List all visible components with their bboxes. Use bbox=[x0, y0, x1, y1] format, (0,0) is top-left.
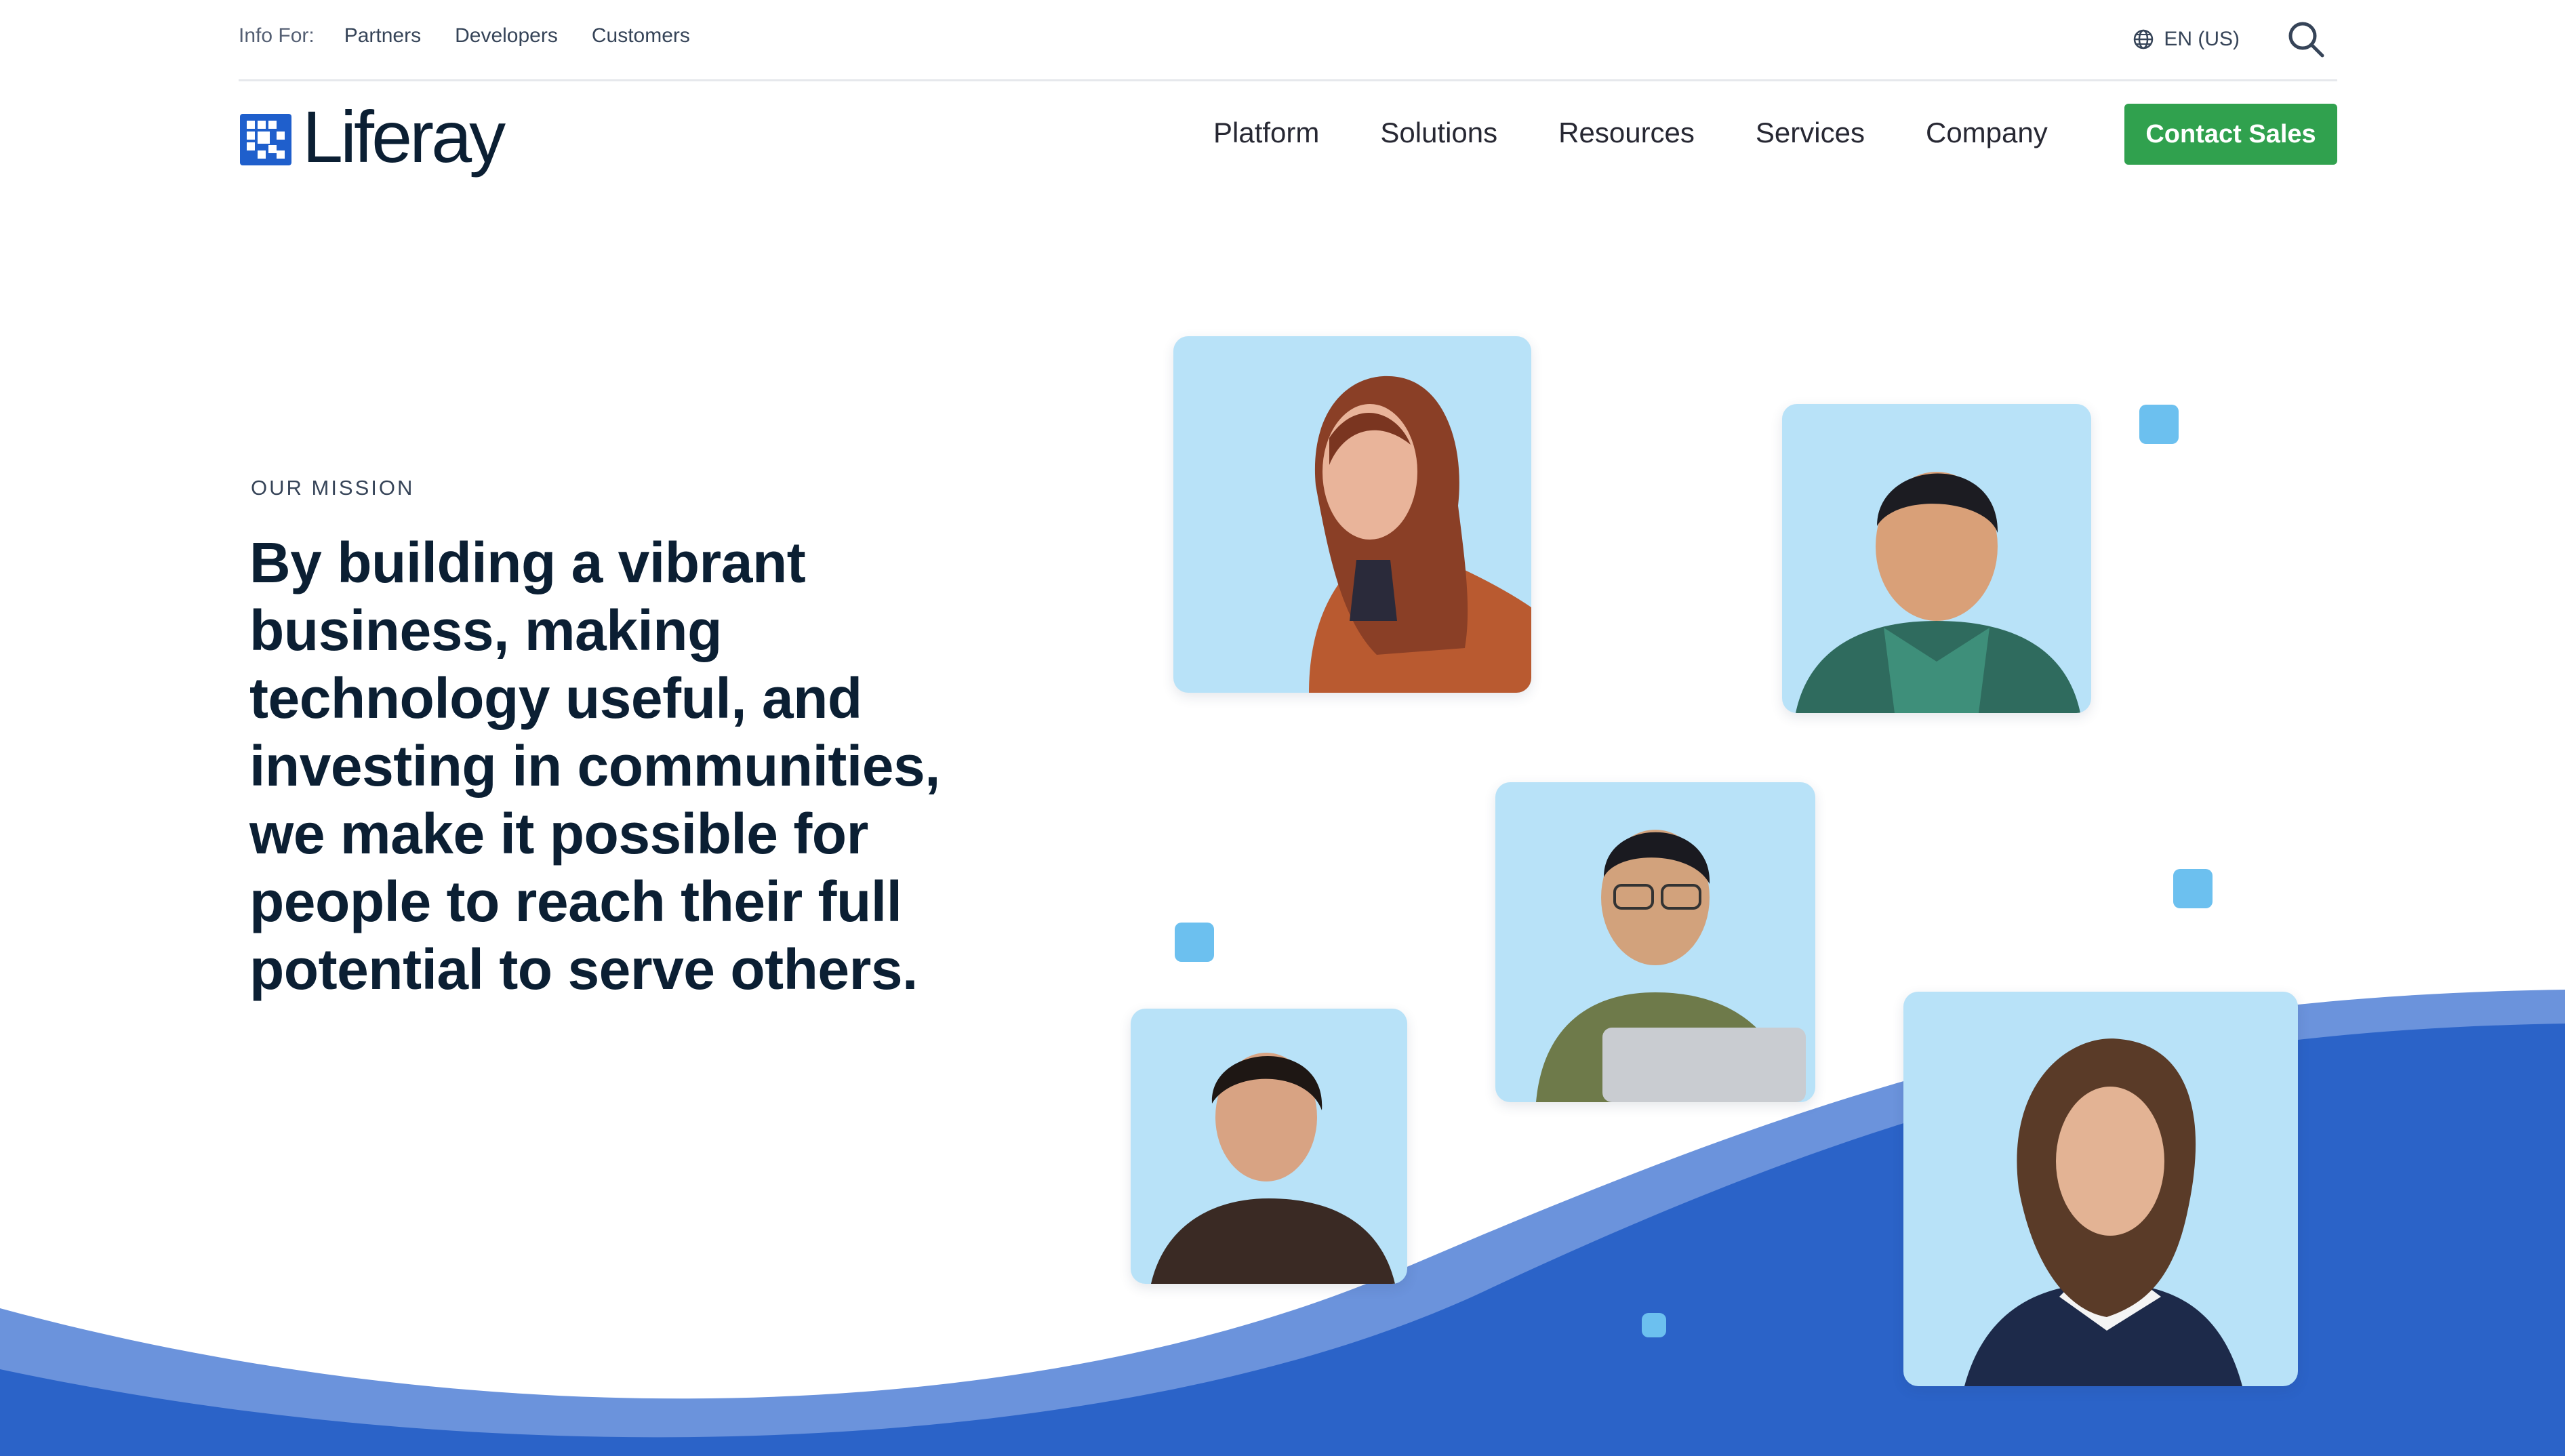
decorative-square bbox=[1642, 1313, 1666, 1337]
team-photo bbox=[1903, 992, 2298, 1386]
main-nav: Platform Solutions Resources Services Co… bbox=[1213, 117, 2109, 149]
language-selector[interactable]: EN (US) bbox=[2133, 28, 2240, 51]
info-for-links: Info For: Partners Developers Customers bbox=[239, 24, 724, 47]
portrait-image bbox=[1151, 1053, 1395, 1284]
portrait-image bbox=[1796, 472, 2080, 713]
section-eyebrow: OUR MISSION bbox=[251, 476, 415, 500]
nav-solutions[interactable]: Solutions bbox=[1380, 117, 1497, 149]
portrait-image bbox=[1964, 1038, 2242, 1386]
portrait-image bbox=[1536, 830, 1806, 1102]
utility-right: EN (US) bbox=[2133, 19, 2326, 60]
mission-headline: By building a vibrant business, making t… bbox=[249, 531, 941, 1001]
globe-icon bbox=[2134, 29, 2154, 49]
search-icon bbox=[2288, 22, 2324, 58]
nav-resources[interactable]: Resources bbox=[1558, 117, 1695, 149]
utility-divider bbox=[239, 79, 2337, 81]
liferay-logo-icon bbox=[240, 114, 291, 165]
decorative-square bbox=[1175, 923, 1214, 962]
team-photo bbox=[1131, 1009, 1407, 1284]
utility-bar: Info For: Partners Developers Customers … bbox=[0, 0, 2565, 81]
logo-text: Liferay bbox=[302, 96, 506, 178]
nav-services[interactable]: Services bbox=[1756, 117, 1865, 149]
team-photo bbox=[1782, 404, 2091, 713]
customers-link[interactable]: Customers bbox=[592, 24, 690, 47]
search-button[interactable] bbox=[2286, 19, 2326, 60]
info-for-label: Info For: bbox=[239, 24, 315, 47]
liferay-logo[interactable]: Liferay bbox=[240, 96, 506, 178]
decorative-square bbox=[2139, 405, 2179, 444]
nav-company[interactable]: Company bbox=[1926, 117, 2048, 149]
nav-platform[interactable]: Platform bbox=[1213, 117, 1319, 149]
team-photo bbox=[1173, 336, 1531, 693]
developers-link[interactable]: Developers bbox=[455, 24, 558, 47]
team-photo bbox=[1495, 782, 1815, 1102]
decorative-square bbox=[2173, 869, 2213, 908]
portrait-image bbox=[1309, 376, 1531, 693]
partners-link[interactable]: Partners bbox=[344, 24, 421, 47]
contact-sales-button[interactable]: Contact Sales bbox=[2124, 104, 2337, 165]
language-label: EN (US) bbox=[2164, 28, 2240, 50]
